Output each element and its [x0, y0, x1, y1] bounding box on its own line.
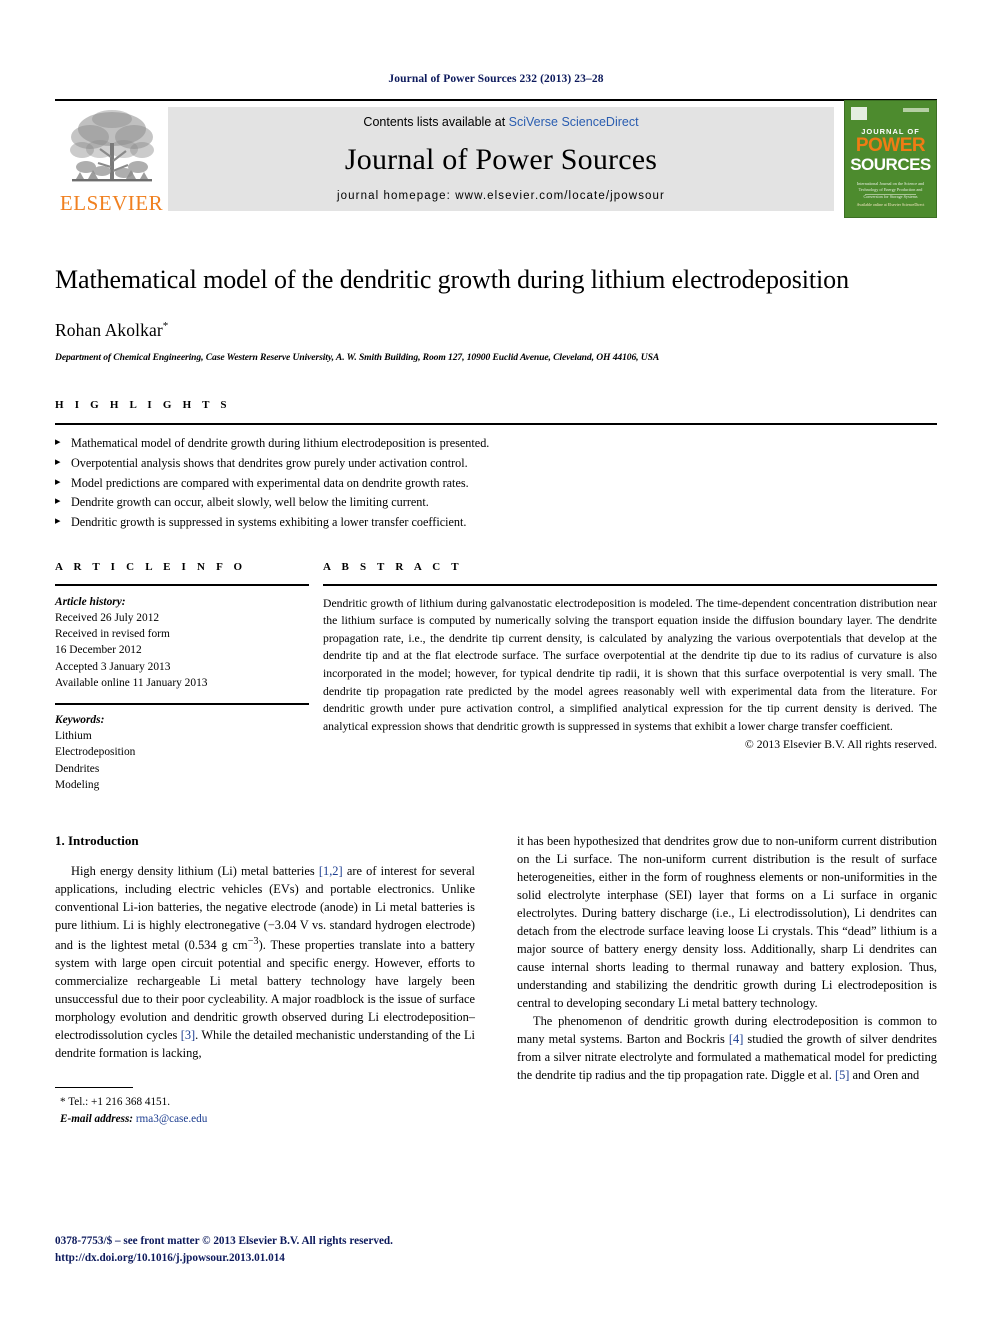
footnote-divider [55, 1086, 133, 1088]
elsevier-tree-icon [64, 105, 160, 193]
article-history: Article history: Received 26 July 2012 R… [55, 594, 309, 691]
article-info-column: A R T I C L E I N F O Article history: R… [55, 561, 323, 793]
intro-text-a: High energy density lithium (Li) metal b… [71, 863, 319, 878]
keyword-item: Lithium [55, 730, 92, 743]
citation-ref[interactable]: [4] [729, 1032, 743, 1046]
article-info-label: A R T I C L E I N F O [55, 560, 247, 573]
journal-homepage-link[interactable]: journal homepage: www.elsevier.com/locat… [337, 190, 665, 202]
cover-image: JOURNAL OF POWER SOURCES International J… [844, 100, 937, 218]
article-history-label: Article history: [55, 595, 126, 608]
contents-prefix-text: Contents lists available at [363, 115, 509, 129]
footnote-telephone: * Tel.: +1 216 368 4151. [60, 1095, 171, 1108]
footnote-email-label: E-mail address: [60, 1112, 134, 1125]
citation-ref[interactable]: [3] [181, 1028, 195, 1042]
footnote-email-link[interactable]: rma3@case.edu [136, 1113, 208, 1125]
cover-line3: SOURCES [850, 155, 931, 174]
para2-text-c: and Oren and [849, 1067, 920, 1082]
history-item: Received in revised form [55, 628, 170, 641]
info-abstract-section: A R T I C L E I N F O Article history: R… [55, 561, 937, 793]
cover-subtitle: International Journal on the Science and… [856, 181, 925, 199]
article-info-divider [55, 583, 309, 586]
citation-ref[interactable]: [1,2] [319, 864, 343, 878]
list-item: Model predictions are compared with expe… [55, 474, 937, 494]
history-item: Received 26 July 2012 [55, 612, 160, 625]
cover-divider [865, 194, 916, 195]
history-item: 16 December 2012 [55, 644, 142, 657]
body-column-right: it has been hypothesized that dendrites … [517, 833, 937, 1128]
keyword-item: Modeling [55, 778, 100, 791]
author-footnote: * Tel.: +1 216 368 4151. E-mail address:… [55, 1094, 475, 1128]
history-item: Accepted 3 January 2013 [55, 660, 171, 673]
highlights-section: H I G H L I G H T S Mathematical model o… [55, 399, 937, 533]
history-item: Available online 11 January 2013 [55, 676, 208, 689]
abstract-label: A B S T R A C T [323, 560, 463, 573]
cover-footer: Available online at Elsevier ScienceDire… [856, 201, 925, 207]
citation-ref[interactable]: [5] [835, 1068, 849, 1082]
intro-paragraph-left: High energy density lithium (Li) metal b… [55, 863, 475, 1063]
author-list: Rohan Akolkar* [55, 320, 937, 341]
cover-publisher-mark [851, 107, 867, 120]
masthead-banner: Contents lists available at SciVerse Sci… [168, 107, 834, 211]
journal-cover-thumbnail: JOURNAL OF POWER SOURCES International J… [834, 100, 937, 218]
abstract-copyright: © 2013 Elsevier B.V. All rights reserved… [744, 738, 937, 752]
highlights-label: H I G H L I G H T S [55, 399, 231, 412]
footnote-email-line: E-mail address: rma3@case.edu [55, 1111, 475, 1128]
body-column-left: 1. Introduction High energy density lith… [55, 833, 475, 1128]
abstract-divider [323, 583, 937, 586]
cover-issn-bar [903, 108, 929, 112]
title-block: Mathematical model of the dendritic grow… [55, 263, 937, 363]
list-item: Dendrite growth can occur, albeit slowly… [55, 493, 937, 513]
keywords-divider [55, 702, 309, 705]
doi-link[interactable]: http://dx.doi.org/10.1016/j.jpowsour.201… [55, 1250, 393, 1267]
elsevier-wordmark: ELSEVIER [59, 191, 164, 215]
highlights-list: Mathematical model of dendrite growth du… [55, 434, 937, 533]
section-heading-introduction: 1. Introduction [55, 832, 139, 848]
abstract-text: Dendritic growth of lithium during galva… [323, 596, 937, 733]
journal-title: Journal of Power Sources [344, 142, 658, 176]
superscript-exponent: −3 [247, 935, 259, 947]
list-item: Mathematical model of dendrite growth du… [55, 434, 937, 454]
abstract-column: A B S T R A C T Dendritic growth of lith… [323, 561, 937, 793]
article-title: Mathematical model of the dendritic grow… [55, 265, 849, 294]
contents-available-line: Contents lists available at SciVerse Sci… [363, 115, 638, 129]
keyword-item: Dendrites [55, 762, 100, 775]
journal-masthead: ELSEVIER Contents lists available at Sci… [55, 99, 937, 218]
list-item: Dendritic growth is suppressed in system… [55, 513, 937, 533]
highlights-divider [55, 423, 937, 426]
sciencedirect-link[interactable]: SciVerse ScienceDirect [509, 115, 639, 129]
keywords-block: Keywords: Lithium Electrodeposition Dend… [55, 712, 309, 793]
intro-paragraph-right-1: it has been hypothesized that dendrites … [517, 833, 937, 1010]
running-head: Journal of Power Sources 232 (2013) 23–2… [388, 73, 604, 85]
issn-copyright-line: 0378-7753/$ – see front matter © 2013 El… [55, 1235, 393, 1248]
body-columns: 1. Introduction High energy density lith… [55, 833, 937, 1128]
page-footer: 0378-7753/$ – see front matter © 2013 El… [55, 1233, 393, 1267]
elsevier-logo: ELSEVIER [55, 101, 168, 217]
intro-text-c: ). These properties translate into a bat… [55, 937, 475, 1042]
keywords-label: Keywords: [55, 713, 105, 726]
cover-line2: POWER [855, 135, 926, 156]
author-name: Rohan Akolkar [55, 320, 163, 341]
author-footnote-marker: * [162, 320, 169, 333]
article-page: Journal of Power Sources 232 (2013) 23–2… [0, 0, 992, 1323]
author-affiliation: Department of Chemical Engineering, Case… [55, 352, 660, 364]
keyword-item: Electrodeposition [55, 746, 136, 759]
intro-paragraph-right-2: The phenomenon of dendritic growth durin… [517, 1013, 937, 1085]
list-item: Overpotential analysis shows that dendri… [55, 454, 937, 474]
